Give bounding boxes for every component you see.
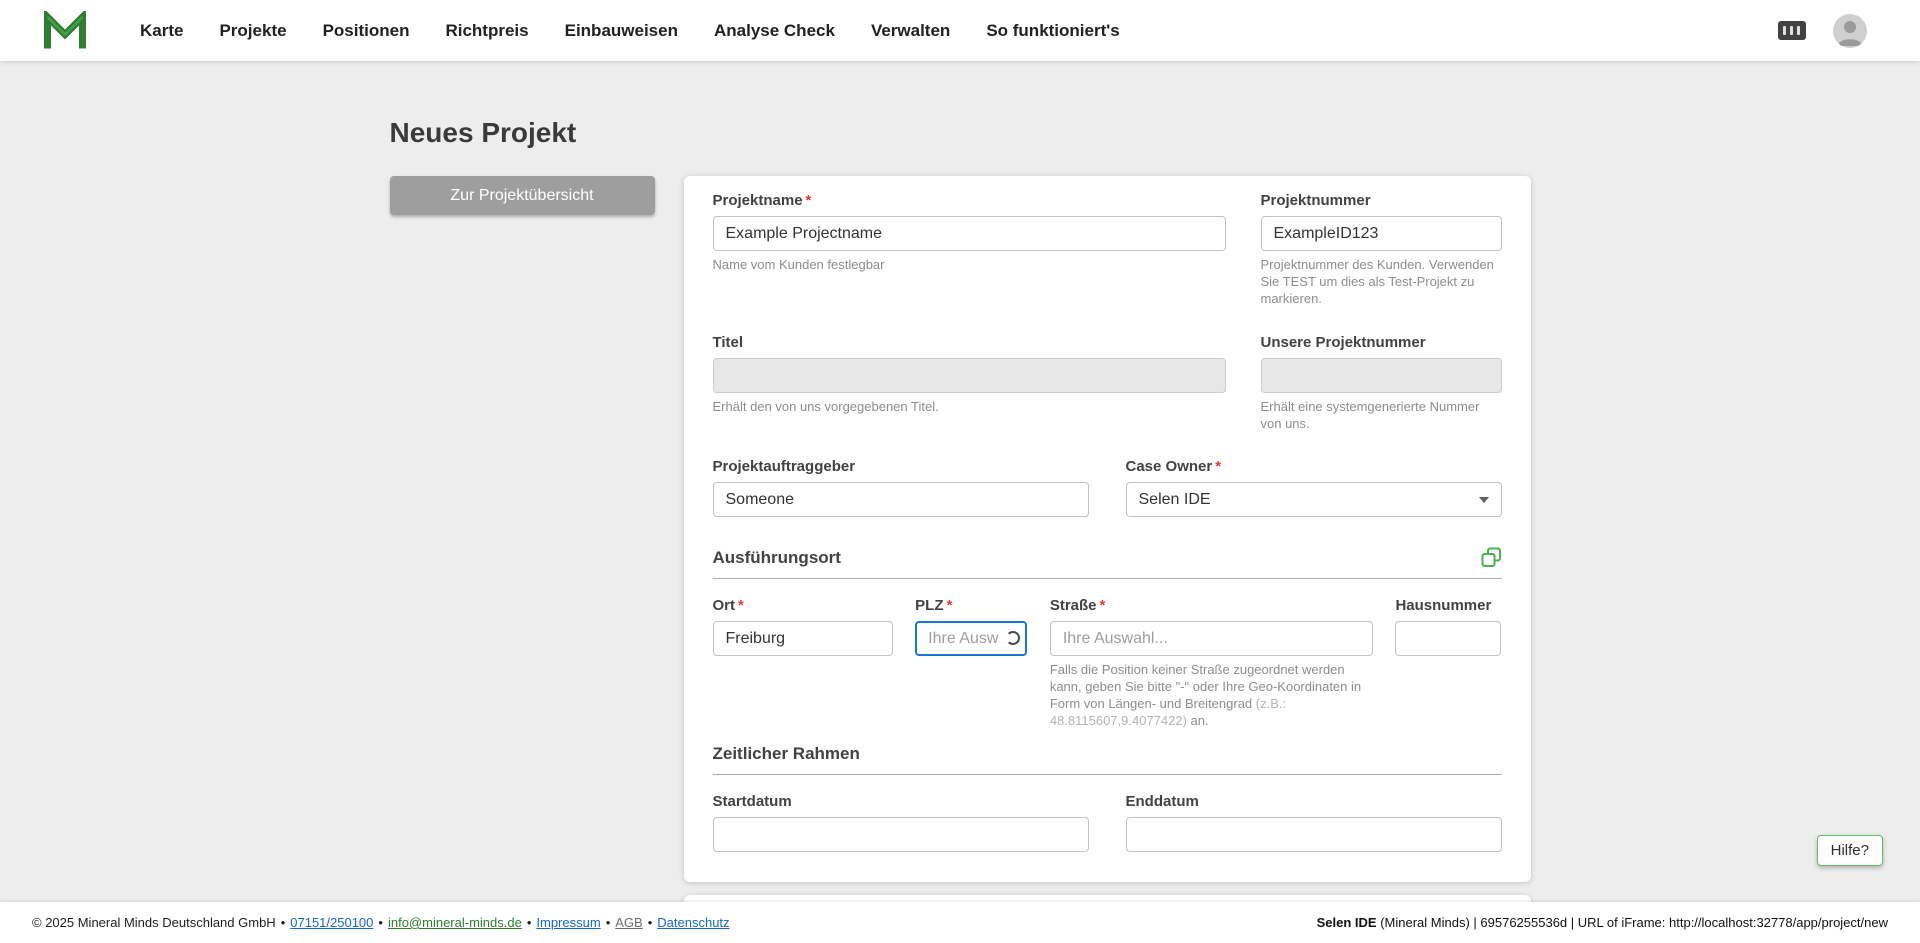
projektname-hint: Name vom Kunden festlegbar [712, 257, 885, 272]
page-footer: © 2025 Mineral Minds Deutschland GmbH • … [0, 902, 1920, 943]
footer-datenschutz-link[interactable]: Datenschutz [657, 915, 729, 930]
user-avatar[interactable] [1833, 13, 1867, 48]
plz-label: PLZ * [915, 597, 953, 615]
field-unsere-projektnummer: Unsere Projektnummer Erhält eine systemg… [1260, 333, 1502, 433]
nav-item-so-funktionierts[interactable]: So funktioniert's [986, 21, 1119, 41]
next-card-partial [683, 895, 1531, 902]
ort-label: Ort * [712, 597, 744, 615]
unsere-projektnummer-label: Unsere Projektnummer [1260, 333, 1426, 351]
case-owner-select[interactable]: Selen IDE [1125, 482, 1502, 518]
strasse-input[interactable] [1049, 621, 1373, 657]
footer-separator: • [378, 915, 383, 930]
footer-email-link[interactable]: info@mineral-minds.de [388, 915, 522, 930]
unsere-projektnummer-hint: Erhält eine systemgenerierte Nummer von … [1260, 398, 1480, 431]
titel-input [712, 357, 1226, 393]
mineral-minds-logo[interactable] [44, 10, 86, 51]
strasse-hint: Falls die Position keiner Straße zugeord… [1049, 662, 1362, 729]
field-projektnummer: Projektnummer Projektnummer des Kunden. … [1260, 192, 1502, 308]
required-asterisk: * [1215, 458, 1222, 476]
enddatum-input[interactable] [1125, 817, 1502, 853]
nav-item-einbauweisen[interactable]: Einbauweisen [565, 21, 678, 41]
person-icon [1838, 20, 1862, 46]
copyright-text: © 2025 Mineral Minds Deutschland GmbH [32, 915, 276, 930]
required-asterisk: * [1099, 597, 1106, 615]
footer-impressum-link[interactable]: Impressum [536, 915, 600, 930]
left-column: Zur Projektübersicht [389, 176, 655, 215]
top-navbar: Karte Projekte Positionen Richtpreis Ein… [0, 0, 1920, 61]
footer-left: © 2025 Mineral Minds Deutschland GmbH • … [32, 915, 730, 930]
field-projektname: Projektname* Name vom Kunden festlegbar [712, 192, 1226, 308]
startdatum-input[interactable] [712, 817, 1089, 853]
section-divider [712, 578, 1502, 580]
nav-item-richtpreis[interactable]: Richtpreis [445, 21, 528, 41]
startdatum-label: Startdatum [712, 793, 792, 811]
session-details: (Mineral Minds) | 69576255536d | URL of … [1376, 915, 1888, 930]
ort-input[interactable] [712, 621, 893, 657]
field-hausnummer: Hausnummer [1395, 597, 1502, 730]
section-divider [712, 774, 1502, 776]
project-overview-button[interactable]: Zur Projektübersicht [389, 176, 655, 215]
footer-agb-link[interactable]: AGB [615, 915, 642, 930]
session-user: Selen IDE [1316, 915, 1377, 930]
new-project-form-card: Projektname* Name vom Kunden festlegbar … [683, 176, 1531, 883]
copy-icon[interactable] [1481, 547, 1502, 568]
required-asterisk: * [946, 597, 953, 615]
field-startdatum: Startdatum [712, 793, 1089, 853]
field-case-owner: Case Owner * Selen IDE [1125, 458, 1502, 518]
field-plz: PLZ * [915, 597, 1028, 730]
nav-item-positionen[interactable]: Positionen [323, 21, 410, 41]
section-title-zeitlicher-rahmen: Zeitlicher Rahmen [712, 744, 860, 764]
footer-separator: • [280, 915, 286, 930]
projektauftraggeber-label: Projektauftraggeber [712, 458, 856, 476]
field-titel: Titel Erhält den von uns vorgegebenen Ti… [712, 333, 1226, 433]
nav-item-projekte[interactable]: Projekte [219, 21, 286, 41]
hausnummer-input[interactable] [1395, 621, 1502, 657]
unsere-projektnummer-input [1260, 357, 1502, 393]
footer-session-info: Selen IDE (Mineral Minds) | 69576255536d… [1317, 915, 1888, 930]
titel-label: Titel [712, 333, 744, 351]
main-navigation: Karte Projekte Positionen Richtpreis Ein… [140, 21, 1120, 41]
field-ort: Ort * [712, 597, 893, 730]
page-title: Neues Projekt [389, 117, 577, 148]
projektnummer-input[interactable] [1260, 216, 1502, 251]
field-projektauftraggeber: Projektauftraggeber [712, 458, 1089, 518]
navbar-right [1777, 13, 1867, 48]
logo-m-icon [44, 10, 86, 48]
nav-item-verwalten[interactable]: Verwalten [871, 21, 950, 41]
strasse-label: Straße * [1049, 597, 1106, 615]
case-owner-selected-value: Selen IDE [1138, 490, 1211, 508]
main-content: Neues Projekt Zur Projektübersicht Proje… [0, 61, 1920, 902]
projektnummer-label: Projektnummer [1260, 192, 1371, 209]
help-button[interactable]: Hilfe? [1816, 835, 1883, 866]
chevron-down-icon [1478, 496, 1489, 503]
enddatum-label: Enddatum [1125, 793, 1199, 811]
projektauftraggeber-input[interactable] [712, 482, 1089, 518]
section-title-ausfuehrungsort: Ausführungsort [712, 547, 841, 567]
case-owner-label: Case Owner * [1125, 458, 1222, 476]
required-asterisk: * [805, 192, 812, 209]
projektname-input[interactable] [712, 216, 1226, 251]
hausnummer-label: Hausnummer [1395, 597, 1492, 615]
field-strasse: Straße* Falls die Position keiner Straße… [1049, 597, 1373, 730]
field-enddatum: Enddatum [1125, 793, 1502, 853]
footer-separator: • [605, 915, 611, 930]
projektnummer-hint: Projektnummer des Kunden. Verwenden Sie … [1260, 257, 1494, 306]
required-asterisk: * [738, 597, 744, 615]
nav-item-analyse-check[interactable]: Analyse Check [714, 21, 835, 41]
projektname-label: Projektname * [712, 192, 812, 209]
server-icon[interactable] [1777, 20, 1807, 41]
footer-separator: • [526, 915, 532, 930]
nav-item-karte[interactable]: Karte [140, 21, 183, 41]
footer-phone-link[interactable]: 07151/250100 [290, 915, 373, 930]
footer-separator: • [647, 915, 653, 930]
titel-hint: Erhält den von uns vorgegebenen Titel. [712, 398, 939, 414]
loading-spinner-icon [1006, 630, 1021, 645]
